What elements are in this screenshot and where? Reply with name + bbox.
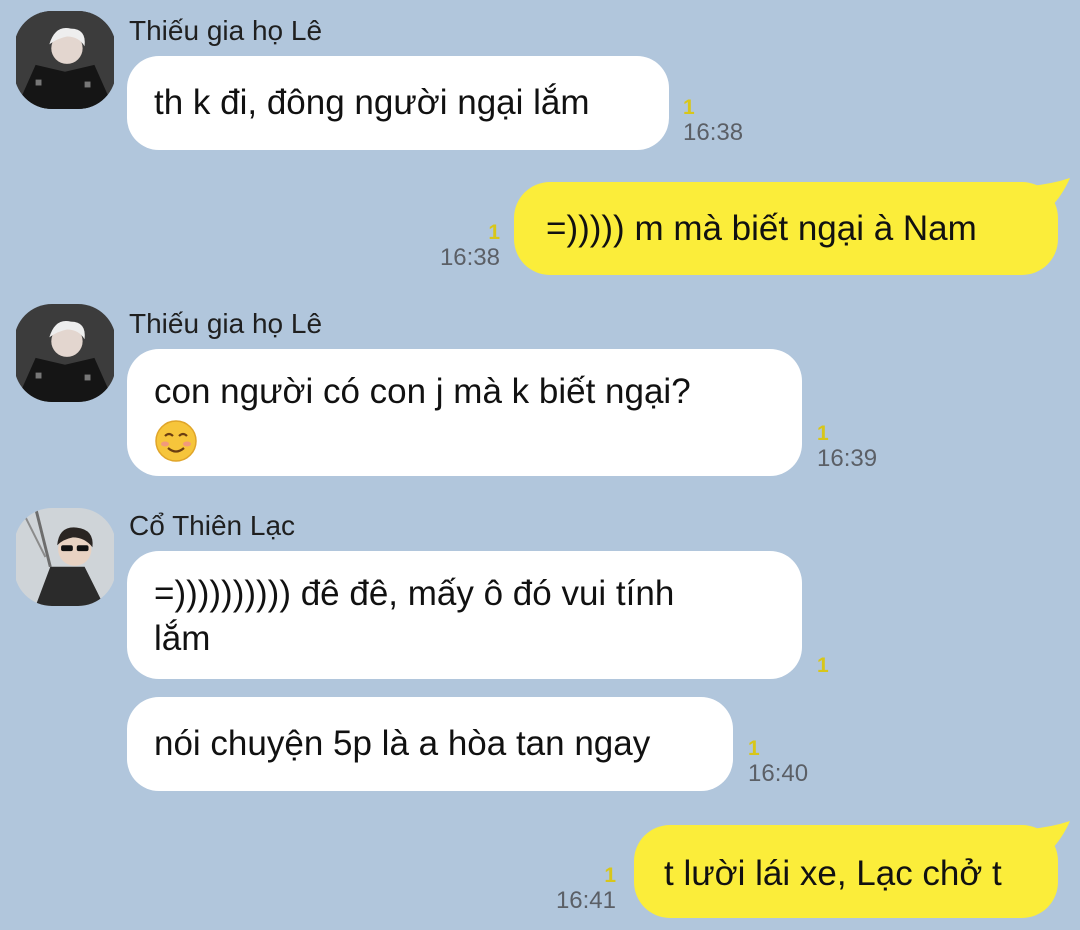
message-meta: 1 16:38 [683, 97, 743, 147]
message-text: t lười lái xe, Lạc chở t [664, 854, 1002, 893]
read-count: 1 [817, 422, 829, 445]
timestamp: 16:40 [748, 760, 809, 787]
message-bubble[interactable]: =))))) m mà biết ngại à Nam [514, 182, 1058, 275]
read-count: 1 [604, 864, 616, 887]
message-bubble[interactable]: t lười lái xe, Lạc chở t [634, 825, 1058, 918]
sender-name: Thiếu gia họ Lê [129, 308, 323, 339]
timestamp: 16:38 [439, 244, 500, 271]
message-bubble[interactable]: th k đi, đông người ngại lắm [127, 56, 669, 150]
avatar-photo [16, 304, 114, 402]
sender-name: Thiếu gia họ Lê [129, 15, 323, 46]
avatar-photo [16, 11, 114, 109]
read-count: 1 [748, 737, 760, 760]
message-text-line: =)))))))))) đê đê, mấy ô đó vui tính [154, 574, 675, 613]
message-text: con người có con j mà k biết ngại? [154, 372, 691, 411]
message-bubble[interactable]: =)))))))))) đê đê, mấy ô đó vui tính lắm [127, 551, 802, 679]
avatar[interactable] [14, 11, 116, 109]
bubble-tail [1030, 821, 1070, 851]
avatar-photo [16, 508, 114, 606]
message-meta: 1 [817, 655, 829, 677]
message-bubble[interactable]: nói chuyện 5p là a hòa tan ngay [127, 697, 733, 791]
message-text: nói chuyện 5p là a hòa tan ngay [154, 724, 651, 763]
read-count: 1 [488, 221, 500, 244]
smiling-face-icon [155, 420, 197, 462]
timestamp: 16:39 [817, 445, 878, 472]
timestamp: 16:41 [555, 887, 616, 914]
message-text: =))))) m mà biết ngại à Nam [546, 209, 977, 248]
message-text-line: lắm [154, 619, 211, 658]
bubble-tail [1030, 178, 1070, 208]
message-meta: 1 16:40 [748, 738, 808, 788]
sender-name: Cổ Thiên Lạc [129, 510, 296, 541]
message-meta: 1 16:38 [420, 222, 500, 272]
read-count: 1 [817, 654, 829, 677]
message-meta: 1 16:39 [817, 423, 877, 473]
message-meta: 1 16:41 [536, 865, 616, 915]
timestamp: 16:38 [683, 119, 744, 146]
read-count: 1 [683, 96, 695, 119]
avatar[interactable] [14, 508, 116, 606]
message-text: th k đi, đông người ngại lắm [154, 83, 590, 122]
message-bubble[interactable]: con người có con j mà k biết ngại? [127, 349, 802, 476]
avatar[interactable] [14, 304, 116, 402]
